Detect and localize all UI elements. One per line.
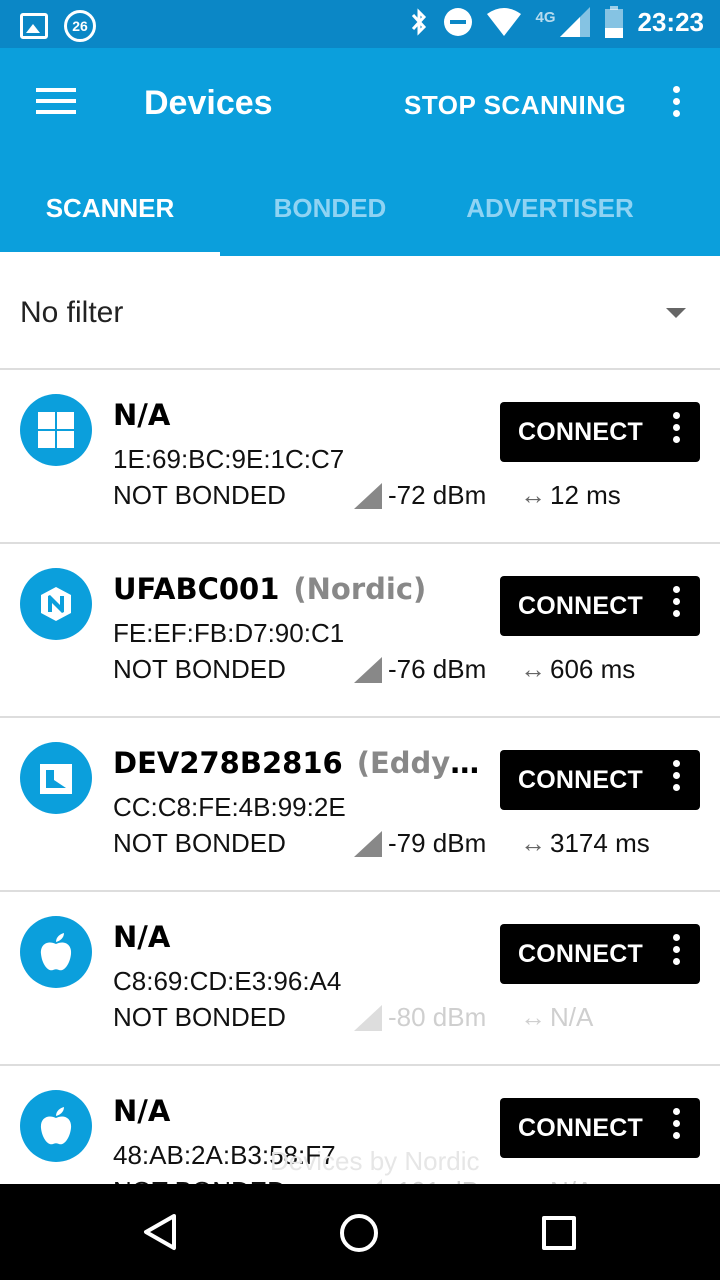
cell-signal-icon [559, 7, 590, 37]
tab-bonded[interactable]: BONDED [220, 160, 440, 256]
signal-strength-icon [354, 482, 382, 509]
more-options-icon[interactable] [670, 412, 682, 452]
bond-status: NOT BONDED [113, 1002, 286, 1032]
device-name: N/A [113, 920, 171, 954]
list-item[interactable]: N/A 1E:69:BC:9E:1C:C7 NOT BONDED -72 dBm… [0, 370, 720, 544]
adv-interval: ↔N/A [520, 1002, 594, 1032]
device-name: UFABC001 (Nordic) [113, 572, 427, 606]
interval-arrows-icon: ↔ [520, 828, 546, 858]
adv-interval: ↔N/A [520, 1176, 593, 1184]
more-options-icon[interactable] [670, 934, 682, 974]
battery-icon [604, 6, 623, 38]
apple-icon [20, 1090, 92, 1162]
more-options-icon[interactable] [670, 1108, 682, 1148]
rssi: -101 dBm [354, 1176, 501, 1184]
list-item[interactable]: DEV278B2816(Eddystone) CC:C8:FE:4B:99:2E… [0, 718, 720, 892]
app-toolbar: Devices STOP SCANNING [0, 48, 720, 160]
rssi: -72 dBm [354, 480, 486, 511]
interval-arrows-icon: ↔ [520, 1176, 546, 1184]
bond-status: NOT BONDED [113, 828, 286, 858]
system-nav-bar [0, 1184, 720, 1280]
more-options-icon[interactable] [670, 586, 682, 626]
filter-dropdown[interactable]: No filter [0, 256, 720, 370]
bond-status: NOT BONDED [113, 1176, 286, 1184]
watermark: Devices by Nordic [270, 1146, 480, 1176]
tab-scanner[interactable]: SCANNER [0, 160, 220, 256]
bond-status: NOT BONDED [113, 654, 286, 684]
windows-icon [20, 394, 92, 466]
list-item[interactable]: N/A C8:69:CD:E3:96:A4 NOT BONDED -80 dBm… [0, 892, 720, 1066]
wifi-icon [487, 8, 522, 36]
tab-advertiser[interactable]: ADVERTISER [440, 160, 660, 256]
gallery-icon [20, 13, 48, 39]
device-name: N/A [113, 398, 171, 432]
rssi: -80 dBm [354, 1002, 486, 1033]
back-icon[interactable] [140, 1212, 180, 1252]
filter-value: No filter [20, 296, 124, 329]
device-name: N/A [113, 1094, 171, 1128]
stop-scanning-button[interactable]: STOP SCANNING [404, 90, 626, 121]
interval-arrows-icon: ↔ [520, 1002, 546, 1032]
interval-arrows-icon: ↔ [520, 480, 546, 510]
do-not-disturb-icon [444, 8, 473, 36]
device-address: C8:69:CD:E3:96:A4 [113, 966, 342, 996]
adv-interval: ↔ 606 ms [520, 654, 636, 684]
signal-strength-icon [354, 1004, 382, 1031]
page-title: Devices [144, 84, 273, 122]
menu-icon[interactable] [36, 88, 76, 118]
recent-apps-icon[interactable] [542, 1216, 576, 1250]
connect-button[interactable]: CONNECT [500, 750, 700, 810]
rssi: -79 dBm [354, 828, 486, 859]
clock: 23:23 [637, 6, 705, 37]
network-type-label: 4G [535, 8, 556, 26]
home-icon[interactable] [340, 1214, 378, 1252]
apple-icon [20, 916, 92, 988]
device-address: 1E:69:BC:9E:1C:C7 [113, 444, 345, 474]
bluetooth-icon [412, 8, 427, 36]
tab-bar: SCANNER BONDED ADVERTISER [0, 160, 720, 256]
status-bar: 26 4G 23:23 [0, 0, 720, 48]
rssi: -76 dBm [354, 654, 486, 685]
dropdown-arrow-icon [666, 308, 686, 318]
notification-badge: 26 [64, 10, 96, 42]
more-options-icon[interactable] [670, 760, 682, 800]
list-item[interactable]: UFABC001 (Nordic) FE:EF:FB:D7:90:C1 NOT B… [0, 544, 720, 718]
nordic-icon [20, 568, 92, 640]
signal-strength-icon [354, 656, 382, 683]
signal-strength-icon [354, 830, 382, 857]
device-address: CC:C8:FE:4B:99:2E [113, 792, 346, 822]
connect-button[interactable]: CONNECT [500, 576, 700, 636]
device-list[interactable]: N/A 1E:69:BC:9E:1C:C7 NOT BONDED -72 dBm… [0, 370, 720, 1184]
overflow-menu-icon[interactable] [670, 86, 682, 122]
connect-button[interactable]: CONNECT [500, 924, 700, 984]
connect-button[interactable]: CONNECT [500, 1098, 700, 1158]
connect-button[interactable]: CONNECT [500, 402, 700, 462]
interval-arrows-icon: ↔ [520, 654, 546, 684]
bond-status: NOT BONDED [113, 480, 286, 510]
device-name: DEV278B2816(Eddystone) [113, 746, 483, 780]
device-address: FE:EF:FB:D7:90:C1 [113, 618, 345, 648]
adv-interval: ↔ 12 ms [520, 480, 621, 510]
eddystone-icon [20, 742, 92, 814]
adv-interval: ↔ 3174 ms [520, 828, 650, 858]
